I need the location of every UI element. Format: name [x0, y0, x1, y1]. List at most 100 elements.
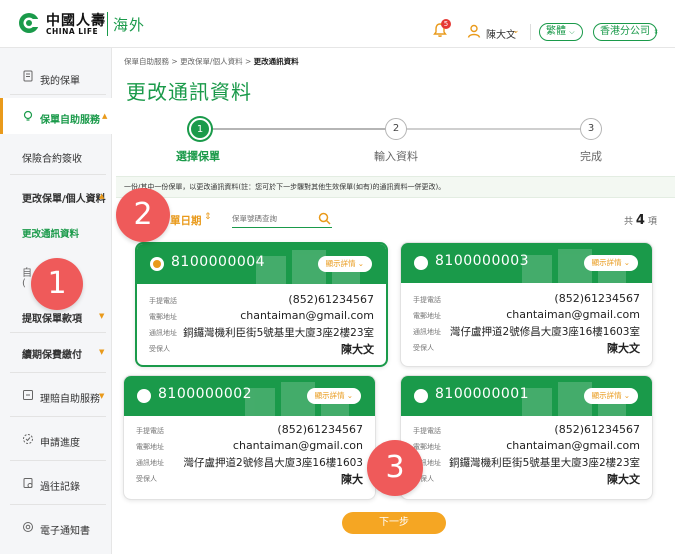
sidebar-item-label: 我的保單: [40, 76, 80, 87]
field-label: 手提電話: [413, 296, 441, 304]
branch-select[interactable]: 香港分公司 ⇕: [593, 23, 659, 41]
policy-card-header: 8100000004 顯示詳情 ⌄: [137, 244, 386, 284]
field-label: 手提電話: [136, 427, 164, 435]
field-label: 通訊地址: [149, 329, 177, 337]
chevron-down-icon: ⌵: [569, 28, 575, 36]
sidebar-divider: [10, 460, 106, 461]
step-circle-2: 2: [385, 118, 407, 140]
policy-row-phone: 手提電話 (852)61234567: [137, 293, 386, 309]
policy-row-address: 通訊地址 灣仔盧押道2號修昌大廈3座16樓1603: [124, 455, 375, 471]
sidebar-item-contract-signing[interactable]: 保險合約簽收: [0, 146, 112, 166]
policy-card[interactable]: 8100000002 顯示詳情 ⌄ 手提電話 (852)61234567 電郵地址…: [123, 375, 376, 500]
policy-card-header: 8100000001 顯示詳情 ⌄: [401, 376, 652, 416]
sidebar-item-claims[interactable]: 理賠自助服務 ▼: [0, 386, 112, 406]
next-step-button[interactable]: 下一步: [342, 512, 446, 534]
insured-value: 陳大: [341, 473, 363, 486]
policy-radio[interactable]: [414, 256, 428, 270]
document-icon: [23, 70, 33, 82]
policy-radio[interactable]: [137, 389, 151, 403]
header-divider: [530, 24, 531, 40]
brand-subtitle: 海外: [113, 16, 146, 34]
field-label: 電郵地址: [136, 443, 164, 451]
field-label: 受保人: [149, 345, 170, 353]
language-label: 繁體: [546, 26, 566, 37]
language-select[interactable]: 繁體 ⌵: [539, 23, 583, 41]
breadcrumb-item[interactable]: 更改保單/個人資料: [180, 57, 243, 66]
chevron-up-icon: ▲: [99, 192, 105, 200]
breadcrumb: 保單自助服務 > 更改保單/個人資料 > 更改通訊資料: [124, 56, 299, 67]
sidebar-item-renewal[interactable]: 續期保費繳付 ▼: [0, 342, 112, 362]
sidebar-item-progress[interactable]: 申請進度: [0, 430, 112, 450]
phone-value: (852)61234567: [554, 423, 640, 436]
policy-row-address: 通訊地址 灣仔盧押道2號修昌大廈3座16樓1603室: [401, 324, 652, 340]
sort-by-date[interactable]: 單日期: [170, 213, 202, 228]
callout-marker-2: 2: [116, 188, 170, 242]
show-details-label: 顯示詳情: [325, 259, 356, 268]
email-value: chantaiman@gmail.com: [506, 308, 640, 321]
policy-row-email: 電郵地址 chantaiman@gmail.con: [124, 439, 375, 455]
sidebar-item-label: 電子通知書: [40, 526, 90, 537]
sidebar-item-label: 自: [22, 268, 32, 279]
stepper-line: [396, 128, 592, 130]
policy-row-insured: 受保人 陳大: [124, 471, 375, 487]
sidebar-divider: [10, 504, 106, 505]
sidebar-item-change-contact[interactable]: 更改通訊資料: [0, 222, 112, 242]
callout-marker-3: 3: [367, 440, 423, 496]
phone-value: (852)61234567: [277, 423, 363, 436]
sidebar-item-change-policy-info[interactable]: 更改保單/個人資料 ▲: [0, 186, 112, 206]
policy-number: 8100000003: [435, 253, 530, 269]
field-label: 受保人: [136, 475, 157, 483]
sort-arrows-icon[interactable]: ⇕: [204, 212, 212, 222]
show-details-button[interactable]: 顯示詳情 ⌄: [583, 388, 638, 404]
field-label: 通訊地址: [413, 328, 441, 336]
sidebar-divider: [10, 416, 106, 417]
policy-card[interactable]: 8100000003 顯示詳情 ⌄ 手提電話 (852)61234567 電郵地址…: [400, 242, 653, 367]
sidebar-item-label: 續期保費繳付: [22, 350, 82, 361]
sidebar-item-label: 保單自助服務: [40, 115, 100, 126]
sidebar-divider: [10, 372, 106, 373]
sidebar-item-label: 更改通訊資料: [22, 229, 80, 240]
callout-marker-1: 1: [31, 258, 83, 310]
claim-document-icon: [23, 390, 33, 400]
policy-row-address: 通訊地址 銅鑼灣機利臣街5號基里大廈3座2樓23室: [401, 455, 652, 471]
sidebar-item-my-policies[interactable]: 我的保單: [0, 68, 112, 88]
show-details-button[interactable]: 顯示詳情 ⌄: [583, 255, 638, 271]
sidebar-item-e-notice[interactable]: 電子通知書: [0, 518, 112, 538]
breadcrumb-separator: >: [171, 57, 181, 66]
sidebar-item-self-service[interactable]: 保單自助服務 ▲: [0, 98, 112, 134]
sidebar-item-history[interactable]: 過往記錄: [0, 474, 112, 494]
sidebar-item-label: 提取保單款項: [22, 314, 82, 325]
step-label-1: 選擇保單: [176, 150, 220, 163]
policy-number: 8100000004: [171, 254, 266, 270]
policy-row-insured: 受保人 陳大文: [401, 471, 652, 487]
step-label-3: 完成: [580, 150, 602, 163]
policy-row-email: 電郵地址 chantaiman@gmail.com: [401, 308, 652, 324]
branch-label: 香港分公司: [600, 26, 650, 37]
search-icon[interactable]: [318, 212, 331, 225]
field-label: 手提電話: [149, 297, 177, 305]
phone-value: (852)61234567: [288, 293, 374, 306]
lightbulb-icon: [23, 110, 33, 121]
chevron-down-icon: ▼: [99, 348, 105, 356]
policy-radio-selected[interactable]: [150, 257, 164, 271]
policy-row-insured: 受保人 陳大文: [401, 340, 652, 356]
policy-row-insured: 受保人 陳大文: [137, 341, 386, 357]
address-value: 灣仔盧押道2號修昌大廈3座16樓1603: [183, 457, 363, 469]
chevron-down-icon: ▼: [99, 392, 105, 400]
progress-icon: [23, 434, 33, 444]
policy-card[interactable]: 8100000001 顯示詳情 ⌄ 手提電話 (852)61234567 電郵地址…: [400, 375, 653, 500]
email-value: chantaiman@gmail.com: [240, 309, 374, 322]
chevron-down-icon[interactable]: ⌄: [512, 26, 520, 36]
top-header: 中國人壽 CHINA LIFE 海外 5 陳大文 ⌄ 繁體 ⌵ 香港分公司 ⇕: [0, 0, 675, 48]
user-icon[interactable]: [467, 24, 481, 38]
show-details-button[interactable]: 顯示詳情 ⌄: [317, 256, 372, 272]
policy-radio[interactable]: [414, 389, 428, 403]
breadcrumb-item[interactable]: 保單自助服務: [124, 57, 169, 66]
show-details-button[interactable]: 顯示詳情 ⌄: [306, 388, 361, 404]
show-details-label: 顯示詳情: [591, 258, 622, 267]
policy-card[interactable]: 8100000004 顯示詳情 ⌄ 手提電話 (852)61234567 電郵地址…: [135, 242, 388, 367]
page-title: 更改通訊資料: [126, 80, 252, 104]
policy-search-input[interactable]: [232, 210, 332, 228]
chevron-up-icon: ▲: [102, 112, 108, 120]
policy-row-phone: 手提電話 (852)61234567: [401, 423, 652, 439]
